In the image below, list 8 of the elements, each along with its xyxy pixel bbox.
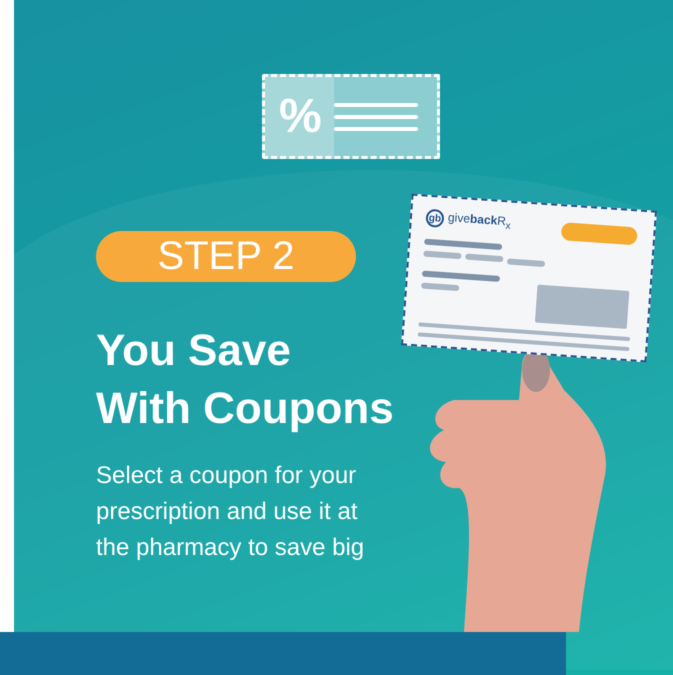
- headline: You Save With Coupons: [96, 325, 394, 435]
- description: Select a coupon for your prescription and use it at the pharmacy to save big: [96, 461, 366, 563]
- placeholder-line: [465, 254, 504, 262]
- step-label: STEP 2: [96, 231, 356, 282]
- percent-symbol: %: [279, 92, 322, 140]
- logo-text: givebackR$_{x}$: [447, 210, 512, 232]
- logo-mark: gb: [425, 208, 445, 228]
- placeholder-line: [506, 258, 546, 268]
